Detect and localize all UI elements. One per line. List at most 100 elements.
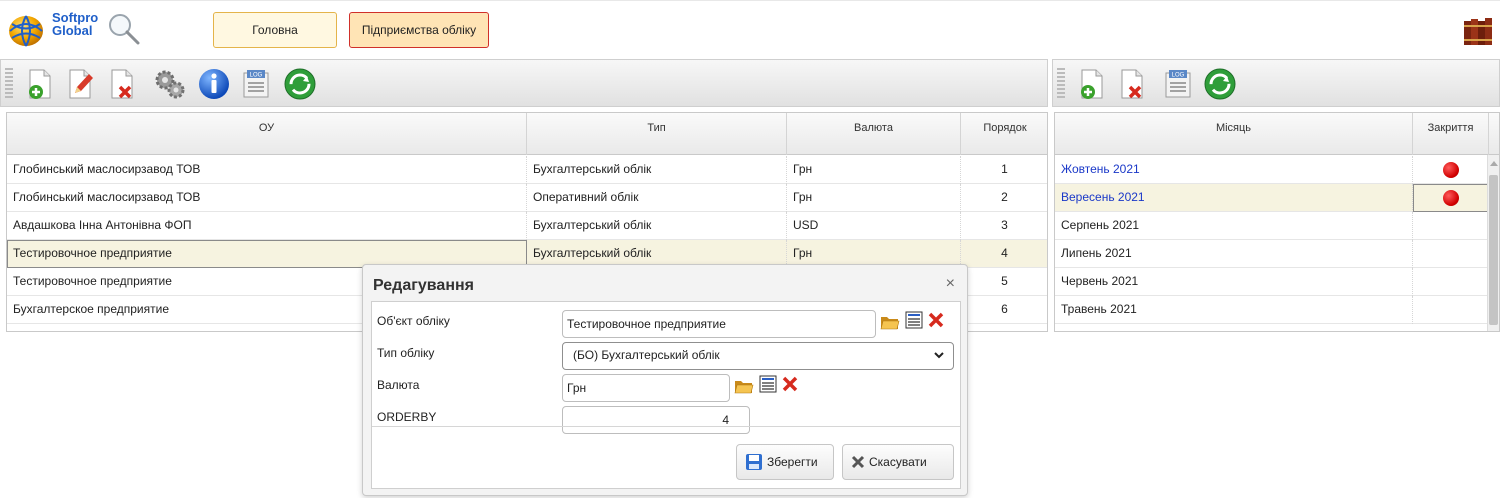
- currency-field[interactable]: Грн: [562, 374, 730, 402]
- cell-type: Бухгалтерський облік: [527, 212, 787, 240]
- cell-currency: Грн: [787, 184, 961, 212]
- cell-order: 1: [961, 156, 1047, 184]
- save-button[interactable]: Зберегти: [736, 444, 834, 480]
- refresh-icon[interactable]: [1203, 67, 1237, 101]
- chevron-down-icon: [934, 352, 944, 359]
- cell-type: Бухгалтерський облік: [527, 156, 787, 184]
- vertical-scrollbar[interactable]: [1487, 155, 1499, 331]
- closed-status-icon: [1442, 190, 1459, 206]
- add-document-icon[interactable]: [23, 67, 57, 101]
- cell-ou: Авдашкова Інна Антонівна ФОП: [7, 212, 527, 240]
- home-button[interactable]: Головна: [213, 12, 337, 48]
- orderby-field[interactable]: 4: [562, 406, 750, 434]
- books-icon[interactable]: [1462, 15, 1494, 47]
- folder-open-icon[interactable]: [880, 312, 900, 332]
- softpro-logo[interactable]: Softpro Global: [6, 7, 146, 49]
- table-row[interactable]: Глобинський маслосирзавод ТОВ Оперативни…: [7, 184, 1047, 212]
- cell-month: Травень 2021: [1055, 296, 1413, 324]
- cell-month: Червень 2021: [1055, 268, 1413, 296]
- table-row[interactable]: Авдашкова Інна Антонівна ФОП Бухгалтерсь…: [7, 212, 1047, 240]
- type-label: Тип обліку: [377, 346, 435, 360]
- grid-header: ОУ Тип Валюта Порядок: [7, 113, 1047, 155]
- cell-order: 3: [961, 212, 1047, 240]
- cell-month[interactable]: Жовтень 2021: [1055, 156, 1413, 184]
- table-row[interactable]: Липень 2021: [1055, 240, 1489, 268]
- cell-month[interactable]: Вересень 2021: [1055, 184, 1413, 212]
- cell-closing: [1413, 184, 1489, 212]
- cell-month: Серпень 2021: [1055, 212, 1413, 240]
- cell-ou: Глобинський маслосирзавод ТОВ: [7, 156, 527, 184]
- app-header: Softpro Global Головна Підприємства облі…: [0, 0, 1500, 56]
- clear-icon[interactable]: [780, 374, 800, 394]
- cell-closing: [1413, 156, 1489, 184]
- column-header-closing[interactable]: Закриття: [1413, 113, 1489, 155]
- cell-month: Липень 2021: [1055, 240, 1413, 268]
- dialog-title: Редагування: [373, 277, 474, 294]
- cell-closing: [1413, 240, 1489, 268]
- type-select[interactable]: (БО) Бухгалтерський облік: [562, 342, 954, 370]
- column-header-ou[interactable]: ОУ: [7, 113, 527, 155]
- toolbar-grip[interactable]: [1057, 68, 1065, 100]
- refresh-icon[interactable]: [283, 67, 317, 101]
- clear-icon[interactable]: [926, 310, 946, 330]
- info-icon[interactable]: [197, 67, 231, 101]
- type-select-value: (БО) Бухгалтерський облік: [573, 348, 720, 362]
- column-header-type[interactable]: Тип: [527, 113, 787, 155]
- edit-document-icon[interactable]: [63, 67, 97, 101]
- magnifier-icon: [109, 14, 140, 45]
- add-document-icon[interactable]: [1075, 67, 1109, 101]
- svg-text:LOG: LOG: [250, 73, 263, 79]
- dialog-body: Об'єкт обліку Тестировочное предприятие …: [371, 301, 961, 489]
- table-row[interactable]: Жовтень 2021: [1055, 156, 1489, 184]
- delete-document-icon[interactable]: [105, 67, 139, 101]
- enterprises-button[interactable]: Підприємства обліку: [349, 12, 489, 48]
- cell-closing: [1413, 296, 1489, 324]
- list-icon[interactable]: [758, 374, 778, 394]
- cell-type: Оперативний облік: [527, 184, 787, 212]
- delete-document-icon[interactable]: [1115, 67, 1149, 101]
- currency-label: Валюта: [377, 378, 420, 392]
- floppy-disk-icon: [746, 454, 762, 470]
- cancel-x-icon: [851, 455, 865, 469]
- column-header-month[interactable]: Місяць: [1055, 113, 1413, 155]
- main-toolbar: LOG: [0, 59, 1048, 107]
- settings-gears-icon[interactable]: [153, 67, 187, 101]
- svg-text:LOG: LOG: [1172, 73, 1185, 79]
- cell-closing: [1413, 268, 1489, 296]
- object-field[interactable]: Тестировочное предприятие: [562, 310, 876, 338]
- cell-order: 4: [961, 240, 1047, 268]
- globe-icon: [9, 15, 43, 47]
- table-row[interactable]: Глобинський маслосирзавод ТОВ Бухгалтерс…: [7, 156, 1047, 184]
- divider: [372, 426, 960, 427]
- cell-order: 6: [961, 296, 1047, 324]
- close-icon[interactable]: ×: [946, 275, 955, 293]
- save-button-label: Зберегти: [767, 455, 818, 469]
- cancel-button-label: Скасувати: [869, 455, 927, 469]
- cell-ou: Глобинський маслосирзавод ТОВ: [7, 184, 527, 212]
- grid-header: Місяць Закриття: [1055, 113, 1499, 155]
- cancel-button[interactable]: Скасувати: [842, 444, 954, 480]
- table-row-selected[interactable]: Вересень 2021: [1055, 184, 1489, 212]
- table-row[interactable]: Червень 2021: [1055, 268, 1489, 296]
- months-grid: Місяць Закриття Жовтень 2021 Вересень 20…: [1054, 112, 1500, 332]
- scroll-thumb[interactable]: [1489, 175, 1498, 325]
- months-toolbar: LOG: [1052, 59, 1500, 107]
- scroll-up-icon[interactable]: [1490, 161, 1498, 166]
- cell-order: 5: [961, 268, 1047, 296]
- log-icon[interactable]: LOG: [1161, 67, 1195, 101]
- table-row[interactable]: Серпень 2021: [1055, 212, 1489, 240]
- closed-status-icon: [1442, 162, 1459, 178]
- table-row[interactable]: Травень 2021: [1055, 296, 1489, 324]
- folder-open-icon[interactable]: [734, 376, 754, 396]
- toolbar-grip[interactable]: [5, 68, 13, 100]
- cell-order: 2: [961, 184, 1047, 212]
- column-header-order[interactable]: Порядок: [961, 113, 1047, 155]
- object-label: Об'єкт обліку: [377, 314, 450, 328]
- log-icon[interactable]: LOG: [239, 67, 273, 101]
- cell-closing: [1413, 212, 1489, 240]
- column-header-currency[interactable]: Валюта: [787, 113, 961, 155]
- edit-dialog: Редагування × Об'єкт обліку Тестировочно…: [362, 264, 968, 496]
- list-icon[interactable]: [904, 310, 924, 330]
- cell-currency: USD: [787, 212, 961, 240]
- cell-currency: Грн: [787, 156, 961, 184]
